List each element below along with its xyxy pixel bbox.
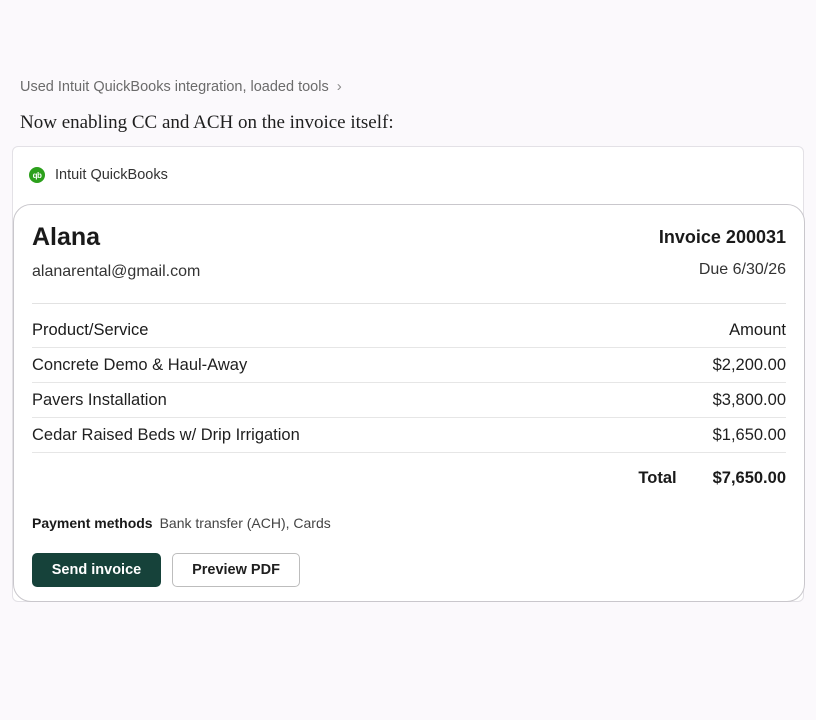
invoice-card: Alana alanarental@gmail.com Invoice 2000… [13,204,805,602]
client-email: alanarental@gmail.com [32,263,201,280]
table-row: Pavers Installation $3,800.00 [32,383,786,418]
payment-methods-value: Bank transfer (ACH), Cards [159,515,331,531]
total-value: $7,650.00 [712,468,786,487]
invoice-number: Invoice 200031 [658,227,786,247]
assistant-message: Now enabling CC and ACH on the invoice i… [20,112,394,133]
table-header: Product/Service Amount [32,304,786,348]
column-header-amount: Amount [729,321,786,339]
preview-pdf-button[interactable]: Preview PDF [172,553,300,587]
total-row: Total $7,650.00 [32,453,786,503]
table-row: Cedar Raised Beds w/ Drip Irrigation $1,… [32,418,786,453]
invoice-due-date: Due 6/30/26 [698,261,786,278]
tool-status[interactable]: Used Intuit QuickBooks integration, load… [20,78,342,95]
total-label: Total [638,468,677,487]
chevron-right-icon[interactable]: › [337,78,342,95]
integration-name: Intuit QuickBooks [55,167,168,183]
integration-header: qb Intuit QuickBooks [13,147,803,203]
column-header-product: Product/Service [32,321,149,339]
send-invoice-button[interactable]: Send invoice [32,553,161,587]
item-amount: $1,650.00 [712,425,786,444]
tool-status-text: Used Intuit QuickBooks integration, load… [20,78,329,95]
invoice-header: Alana alanarental@gmail.com Invoice 2000… [32,205,786,304]
client-name: Alana [32,223,101,251]
integration-card: qb Intuit QuickBooks Alana alanarental@g… [12,146,805,602]
payment-methods-label: Payment methods [32,515,153,531]
item-name: Cedar Raised Beds w/ Drip Irrigation [32,425,300,444]
item-amount: $3,800.00 [712,390,786,409]
payment-methods: Payment methods Bank transfer (ACH), Car… [32,503,786,543]
line-items-table: Product/Service Amount Concrete Demo & H… [32,304,786,453]
item-name: Concrete Demo & Haul-Away [32,355,248,374]
quickbooks-logo-icon: qb [29,167,45,183]
item-amount: $2,200.00 [712,355,786,374]
item-name: Pavers Installation [32,390,167,409]
invoice-actions: Send invoice Preview PDF [32,553,786,587]
table-row: Concrete Demo & Haul-Away $2,200.00 [32,348,786,383]
